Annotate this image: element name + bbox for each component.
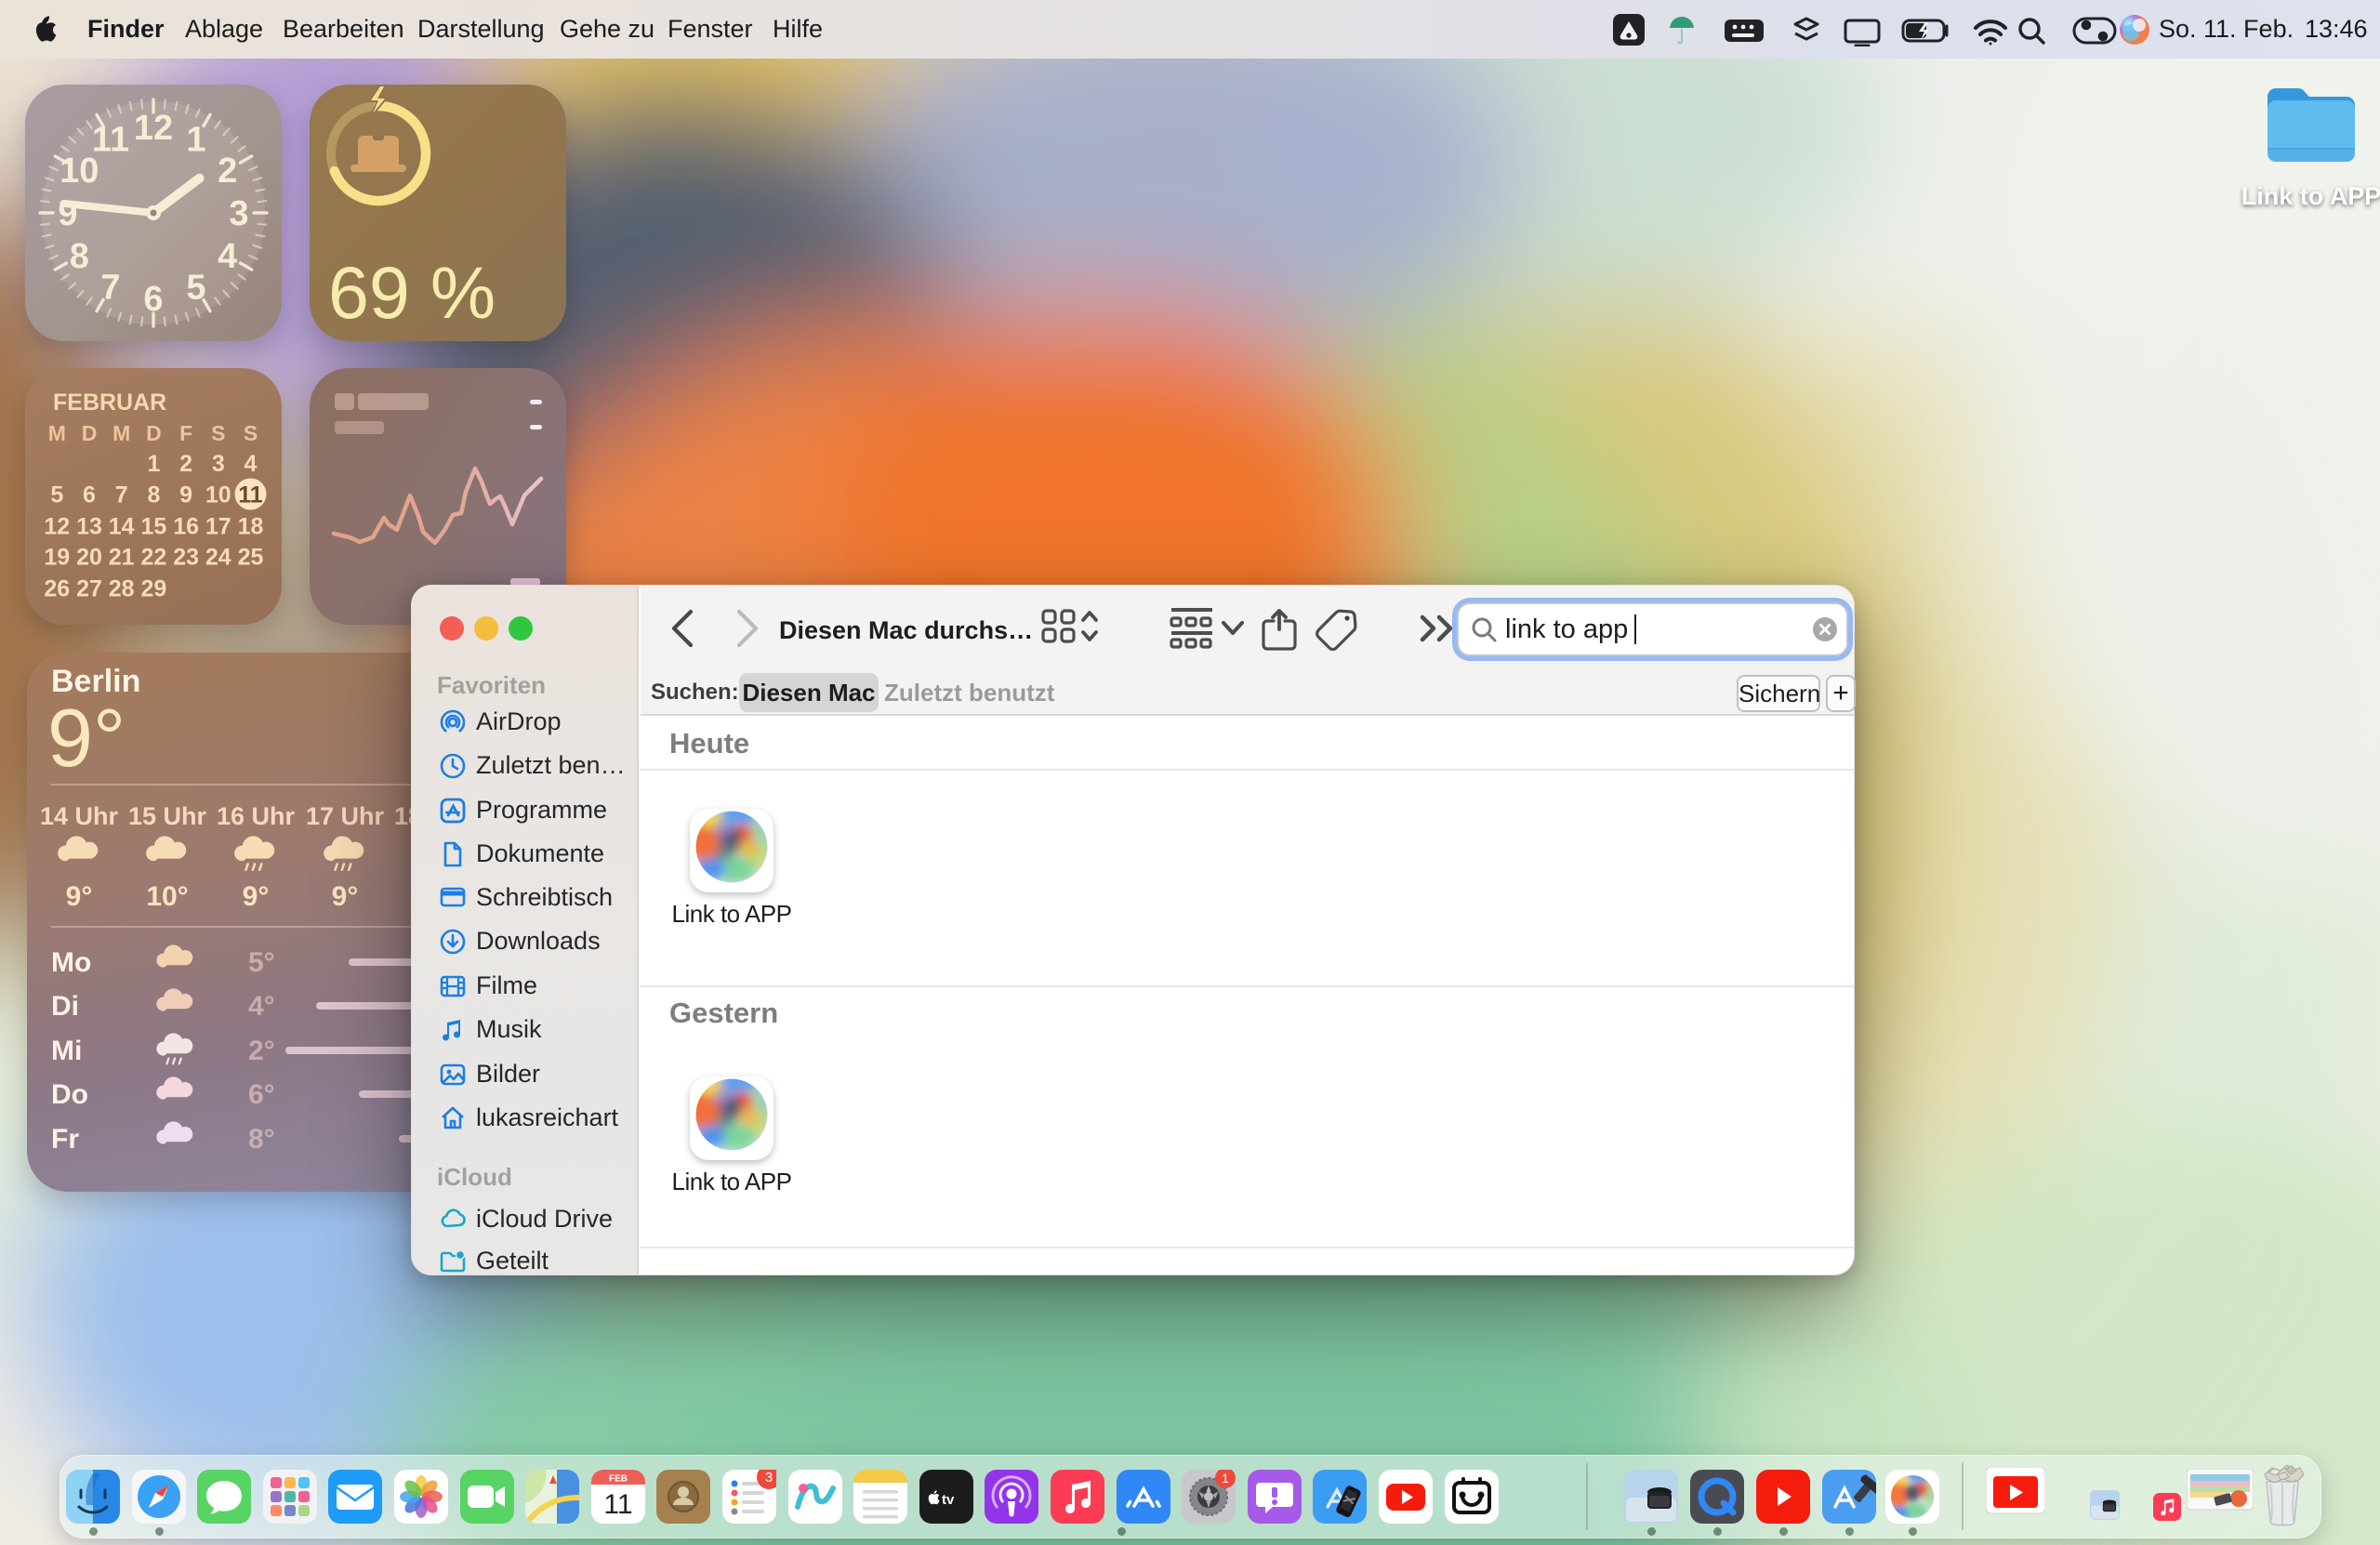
svg-text:5: 5 xyxy=(50,482,63,508)
svg-text:9°: 9° xyxy=(66,881,93,912)
svg-text:25: 25 xyxy=(238,545,264,571)
svg-text:20: 20 xyxy=(76,545,102,571)
svg-text:D: D xyxy=(146,421,162,445)
svg-text:8: 8 xyxy=(70,237,89,276)
svg-text:2: 2 xyxy=(218,152,237,191)
svg-text:24: 24 xyxy=(205,545,231,571)
svg-text:12: 12 xyxy=(134,109,173,148)
svg-text:D: D xyxy=(82,421,98,445)
svg-text:13: 13 xyxy=(76,514,102,540)
svg-text:4: 4 xyxy=(218,237,237,276)
svg-text:9°: 9° xyxy=(47,692,126,784)
svg-text:Fr: Fr xyxy=(51,1124,79,1155)
svg-text:14 Uhr: 14 Uhr xyxy=(40,802,119,830)
svg-text:7: 7 xyxy=(115,482,128,508)
svg-text:17 Uhr: 17 Uhr xyxy=(306,802,385,830)
svg-text:19: 19 xyxy=(44,545,70,571)
svg-text:Diesen Mac durchs…: Diesen Mac durchs… xyxy=(779,616,1033,644)
svg-text:28: 28 xyxy=(109,576,135,602)
svg-text:8°: 8° xyxy=(248,1124,275,1155)
svg-text:Mo: Mo xyxy=(51,947,91,978)
svg-text:6: 6 xyxy=(143,280,163,319)
svg-text:11: 11 xyxy=(92,120,129,159)
svg-text:12: 12 xyxy=(44,514,70,540)
svg-text:29: 29 xyxy=(140,576,166,602)
svg-text:21: 21 xyxy=(109,545,135,571)
svg-text:4°: 4° xyxy=(248,991,275,1022)
svg-text:6°: 6° xyxy=(248,1079,275,1110)
svg-text:23: 23 xyxy=(173,545,199,571)
svg-text:3: 3 xyxy=(765,1470,773,1486)
svg-text:1: 1 xyxy=(147,451,160,477)
svg-text:S: S xyxy=(211,421,225,445)
svg-text:14: 14 xyxy=(109,514,135,540)
svg-text:M: M xyxy=(112,421,130,445)
svg-text:tv: tv xyxy=(942,1492,955,1508)
svg-text:6: 6 xyxy=(83,482,96,508)
svg-text:Mi: Mi xyxy=(51,1036,82,1066)
svg-text:9: 9 xyxy=(58,194,77,233)
svg-text:10°: 10° xyxy=(146,881,188,912)
svg-text:9°: 9° xyxy=(243,881,270,912)
svg-text:5°: 5° xyxy=(248,947,275,978)
svg-text:69 %: 69 % xyxy=(328,251,496,334)
svg-text:1: 1 xyxy=(186,120,205,159)
svg-text:16: 16 xyxy=(173,514,199,540)
svg-text:9°: 9° xyxy=(332,881,359,912)
svg-text:15: 15 xyxy=(140,514,166,540)
svg-text:2°: 2° xyxy=(248,1036,275,1066)
svg-text:1: 1 xyxy=(1222,1471,1229,1486)
svg-text:F: F xyxy=(179,421,192,445)
svg-text:10: 10 xyxy=(205,482,231,508)
svg-text:3: 3 xyxy=(212,451,225,477)
svg-text:9: 9 xyxy=(179,482,192,508)
svg-text:11: 11 xyxy=(238,482,263,508)
svg-text:27: 27 xyxy=(76,576,102,602)
svg-text:FEBRUAR: FEBRUAR xyxy=(53,390,166,416)
svg-text:22: 22 xyxy=(140,545,166,571)
svg-text:M: M xyxy=(48,421,66,445)
svg-text:2: 2 xyxy=(179,451,192,477)
svg-text:18: 18 xyxy=(238,514,264,540)
svg-text:Do: Do xyxy=(51,1079,88,1110)
svg-text:17: 17 xyxy=(205,514,231,540)
svg-text:7: 7 xyxy=(100,269,120,308)
svg-text:26: 26 xyxy=(44,576,70,602)
svg-text:15 Uhr: 15 Uhr xyxy=(128,802,207,830)
svg-text:FEB: FEB xyxy=(609,1474,628,1485)
svg-text:11: 11 xyxy=(603,1489,632,1520)
svg-text:Di: Di xyxy=(51,991,79,1022)
svg-text:8: 8 xyxy=(147,482,160,508)
svg-text:4: 4 xyxy=(245,451,258,477)
svg-text:3: 3 xyxy=(229,194,248,233)
svg-text:S: S xyxy=(244,421,258,445)
svg-text:16 Uhr: 16 Uhr xyxy=(217,802,296,830)
svg-text:5: 5 xyxy=(186,269,205,308)
